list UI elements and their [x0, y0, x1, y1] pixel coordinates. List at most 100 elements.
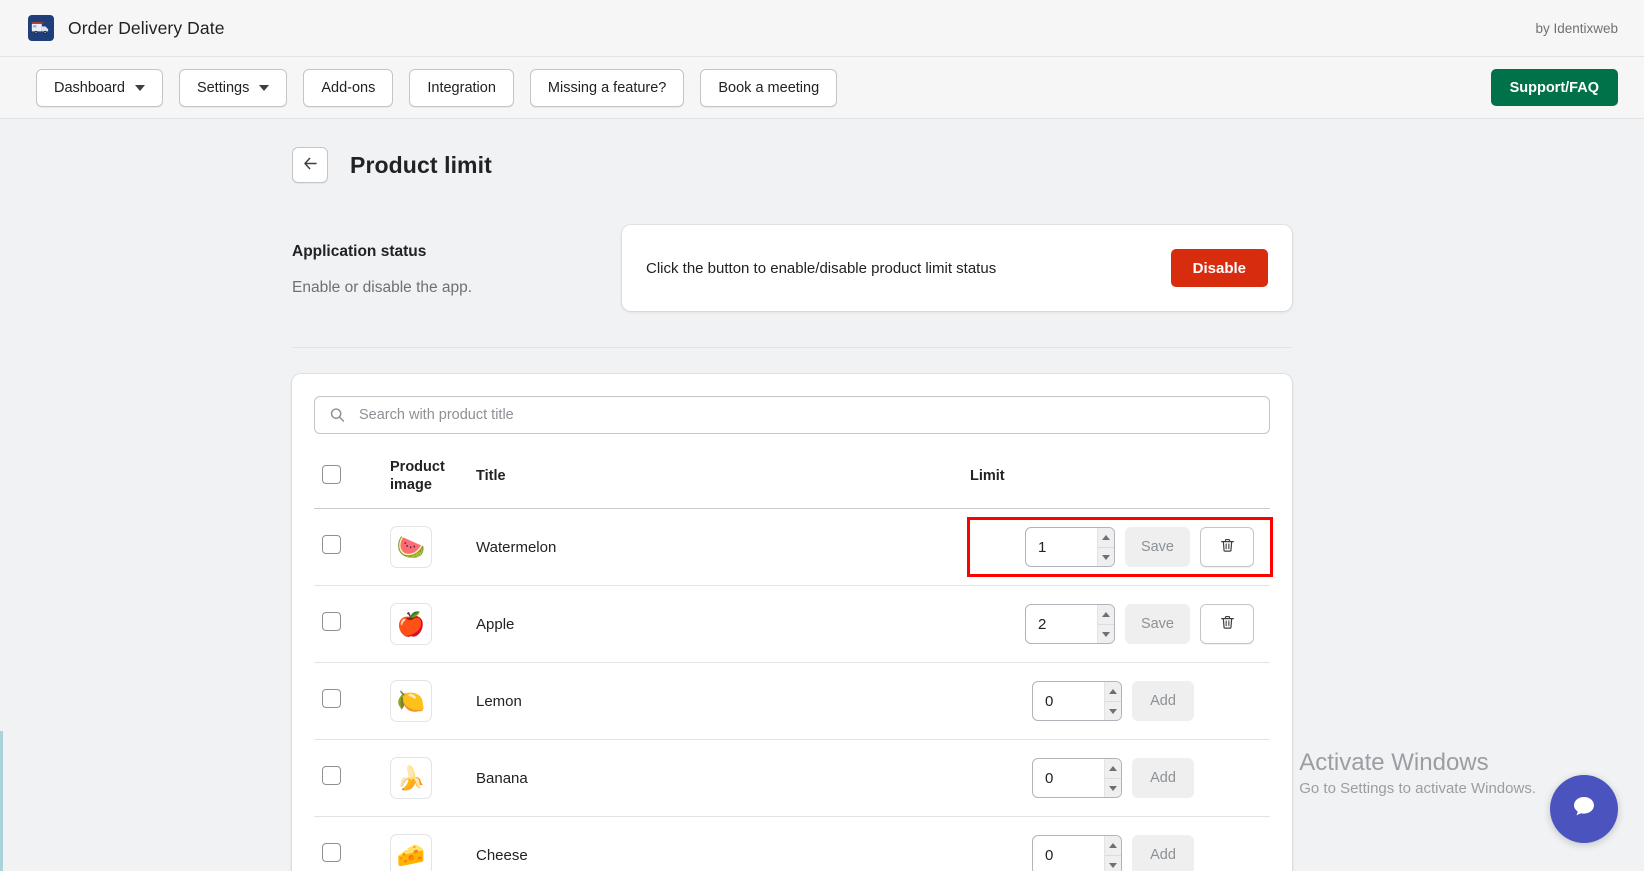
page-content: Product limit Application status Enable …	[292, 147, 1292, 871]
application-status-card-text: Click the button to enable/disable produ…	[646, 259, 997, 277]
stepper-increment-button[interactable]	[1104, 836, 1121, 856]
product-limit-table-card: Product image Title Limit 🍉	[292, 374, 1292, 871]
row-image-cell: 🍋	[390, 662, 476, 741]
limit-stepper[interactable]	[1024, 604, 1115, 645]
header-product-image-label: Product image	[390, 459, 445, 494]
vendor-label: by Identixweb	[1535, 20, 1618, 36]
search-field-wrapper	[314, 396, 1270, 434]
row-select-cell	[314, 816, 390, 871]
stepper-decrement-button[interactable]	[1104, 701, 1121, 721]
caret-up-icon	[1108, 689, 1117, 694]
primary-nav-bar: Dashboard Settings Add-ons Integration M…	[0, 57, 1644, 119]
caret-down-icon	[1101, 631, 1110, 637]
nav-button-integration[interactable]: Integration	[409, 68, 514, 107]
nav-button-dashboard[interactable]: Dashboard	[36, 68, 163, 107]
trash-icon	[1219, 537, 1236, 557]
apple-image: 🍎	[390, 603, 432, 646]
table-row: 🍎 Apple 2 Save	[314, 585, 1270, 664]
limit-stepper[interactable]	[1032, 758, 1122, 799]
header-limit: Limit	[970, 446, 1270, 510]
stepper-decrement-button[interactable]	[1104, 855, 1121, 871]
delivery-truck-icon	[28, 15, 54, 41]
section-divider	[292, 347, 1292, 348]
nav-label-book-a-meeting: Book a meeting	[718, 79, 820, 96]
header-title: Title	[476, 446, 970, 510]
save-button[interactable]: Save	[1124, 527, 1190, 568]
table-row: 🍌 Banana 0 Add	[314, 739, 1270, 818]
row-checkbox[interactable]	[322, 535, 341, 555]
add-button[interactable]: Add	[1132, 758, 1194, 799]
row-limit-controls: Add	[970, 758, 1270, 799]
arrow-left-icon	[302, 155, 319, 175]
nav-button-book-a-meeting[interactable]: Book a meeting	[700, 68, 838, 107]
row-title: Apple	[476, 585, 970, 664]
row-checkbox[interactable]	[322, 689, 341, 709]
stepper-decrement-button[interactable]	[1097, 547, 1114, 567]
stepper-spinner	[1103, 682, 1121, 721]
limit-input[interactable]	[1033, 759, 1104, 798]
row-checkbox[interactable]	[322, 843, 341, 863]
stepper-increment-button[interactable]	[1104, 682, 1121, 702]
page-title: Product limit	[350, 151, 492, 178]
caret-down-icon	[1108, 862, 1117, 868]
stepper-increment-button[interactable]	[1104, 759, 1121, 779]
add-button[interactable]: Add	[1132, 835, 1194, 871]
chat-bubble-icon	[1567, 790, 1601, 829]
select-all-checkbox[interactable]	[322, 464, 341, 484]
back-button[interactable]	[292, 147, 328, 183]
limit-stepper[interactable]	[1032, 835, 1122, 871]
page-header: Product limit	[292, 147, 1292, 183]
disable-button[interactable]: Disable	[1170, 249, 1268, 287]
nav-label-add-ons: Add-ons	[321, 79, 376, 96]
chevron-down-icon	[134, 84, 145, 91]
limit-stepper[interactable]	[1032, 681, 1122, 722]
row-limit-cell: Add	[970, 739, 1270, 818]
app-header-bar: Order Delivery Date by Identixweb	[0, 0, 1644, 57]
trash-icon	[1219, 614, 1236, 634]
limit-stepper[interactable]	[1024, 527, 1115, 568]
delete-button[interactable]	[1200, 604, 1254, 645]
application-status-description: Enable or disable the app.	[292, 279, 473, 296]
table-header-row: Product image Title Limit	[314, 446, 1270, 510]
delete-button[interactable]	[1200, 527, 1254, 568]
stepper-increment-button[interactable]	[1097, 605, 1114, 625]
app-brand: Order Delivery Date	[28, 15, 225, 41]
support-faq-button[interactable]: Support/FAQ	[1490, 69, 1618, 106]
row-select-cell	[314, 508, 390, 587]
page-body: Product limit Application status Enable …	[0, 119, 1644, 871]
application-status-info: Application status Enable or disable the…	[292, 225, 622, 297]
save-button[interactable]: Save	[1124, 604, 1190, 645]
limit-input[interactable]	[1033, 682, 1104, 721]
chat-widget-button[interactable]	[1550, 775, 1618, 843]
stepper-spinner	[1096, 528, 1114, 567]
table-header: Product image Title Limit	[314, 446, 1270, 510]
caret-down-icon	[1108, 785, 1117, 791]
nav-button-add-ons[interactable]: Add-ons	[303, 68, 394, 107]
row-limit-cell: Save	[967, 508, 1273, 587]
add-button[interactable]: Add	[1132, 681, 1194, 722]
lemon-image: 🍋	[390, 680, 432, 723]
stepper-decrement-button[interactable]	[1097, 624, 1114, 644]
search-input[interactable]	[314, 396, 1270, 434]
row-title: Watermelon	[476, 508, 970, 587]
row-checkbox[interactable]	[322, 766, 341, 786]
row-title: Lemon	[476, 662, 970, 741]
limit-input[interactable]	[1033, 836, 1104, 871]
row-select-cell	[314, 585, 390, 664]
row-image-cell: 🍎	[390, 585, 476, 664]
caret-up-icon	[1108, 766, 1117, 771]
row-title: Cheese	[476, 816, 970, 871]
caret-down-icon	[1101, 554, 1110, 560]
nav-button-missing-a-feature[interactable]: Missing a feature?	[529, 68, 685, 107]
limit-input[interactable]	[1025, 528, 1097, 567]
stepper-increment-button[interactable]	[1097, 528, 1114, 548]
row-checkbox[interactable]	[322, 612, 341, 632]
stepper-spinner	[1103, 759, 1121, 798]
stepper-decrement-button[interactable]	[1104, 778, 1121, 798]
row-image-cell: 🧀	[390, 816, 476, 871]
nav-label-settings: Settings	[196, 79, 250, 96]
row-limit-controls-highlighted: Save	[967, 517, 1273, 578]
nav-button-settings[interactable]: Settings	[178, 68, 288, 107]
row-limit-controls: Save	[970, 604, 1270, 645]
limit-input[interactable]	[1025, 605, 1097, 644]
